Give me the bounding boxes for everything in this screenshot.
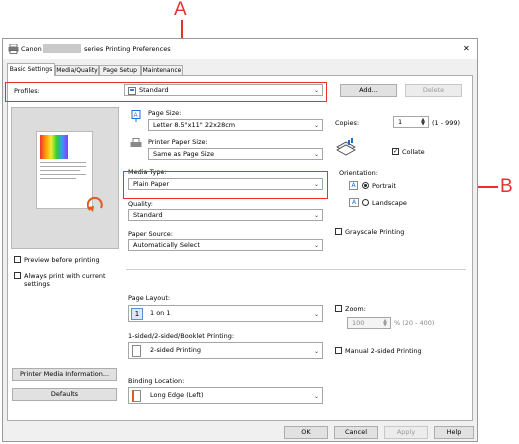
portrait-icon: A — [349, 181, 358, 190]
printer-media-info-button[interactable]: Printer Media Information... — [12, 368, 117, 381]
ok-button[interactable]: OK — [284, 426, 328, 439]
zoom-input[interactable]: 100 ▲ ▼ — [347, 317, 391, 329]
binding-value: Long Edge (Left) — [150, 391, 204, 399]
landscape-radio[interactable] — [362, 199, 369, 206]
duplex-label: 1-sided/2-sided/Booklet Printing: — [128, 332, 235, 340]
tab-basic-settings[interactable]: Basic Settings — [7, 63, 55, 76]
cancel-button[interactable]: Cancel — [334, 426, 378, 439]
model-name-redaction — [43, 44, 81, 53]
preview-before-printing-label: Preview before printing — [24, 256, 100, 264]
callout-a: A — [174, 0, 187, 20]
manual-duplex-checkbox[interactable] — [335, 347, 342, 354]
landscape-icon: A — [349, 198, 359, 207]
landscape-label: Landscape — [372, 199, 407, 207]
print-preview-area — [11, 107, 119, 249]
close-icon[interactable]: ✕ — [463, 44, 470, 53]
basic-settings-panel: Profiles: Standard ⌄ Add... Delete Previ… — [7, 75, 473, 421]
copies-range: (1 - 999) — [432, 119, 461, 127]
preview-color-image — [40, 135, 68, 159]
printer-icon — [8, 44, 19, 54]
copies-input[interactable]: 1 ▲ ▼ — [393, 116, 429, 128]
binding-edge-icon — [132, 390, 141, 402]
spinner-icon[interactable]: ▲ ▼ — [383, 319, 387, 328]
chevron-down-icon: ⌄ — [313, 311, 319, 318]
window-title-prefix: Canon — [21, 45, 42, 53]
apply-button[interactable]: Apply — [384, 426, 428, 439]
page-size-value: Letter 8.5"x11" 22x28cm — [153, 121, 236, 129]
quality-label: Quality: — [128, 200, 153, 208]
copies-value: 1 — [398, 118, 403, 126]
printer-paper-icon — [130, 138, 142, 147]
chevron-down-icon: ⌄ — [313, 393, 319, 400]
two-sided-icon — [132, 345, 141, 357]
help-button[interactable]: Help — [434, 426, 474, 439]
chevron-down-icon: ⌄ — [313, 348, 319, 355]
page-size-icon: A — [131, 110, 141, 122]
paper-source-value: Automatically Select — [133, 241, 200, 249]
chevron-down-icon: ⌄ — [313, 151, 319, 158]
orientation-label: Orientation: — [339, 169, 378, 177]
chevron-down-icon: ⌄ — [313, 122, 319, 129]
duplex-flip-icon — [87, 196, 103, 212]
paper-source-dropdown[interactable]: Automatically Select ⌄ — [128, 239, 323, 251]
callout-b: B — [500, 176, 513, 197]
always-print-current-checkbox[interactable] — [14, 272, 21, 279]
collate-checkbox[interactable]: ✓ — [392, 148, 399, 155]
page-layout-value: 1 on 1 — [150, 309, 171, 317]
page-layout-dropdown[interactable]: 1 1 on 1 ⌄ — [128, 305, 323, 322]
defaults-button[interactable]: Defaults — [12, 388, 117, 401]
chevron-down-icon: ⌄ — [313, 212, 319, 219]
copies-label: Copies: — [335, 119, 360, 127]
printer-paper-size-value: Same as Page Size — [153, 150, 215, 158]
portrait-label: Portrait — [372, 182, 396, 190]
page-size-label: Page Size: — [148, 109, 182, 117]
duplex-value: 2-sided Printing — [150, 346, 201, 354]
zoom-checkbox[interactable] — [335, 305, 342, 312]
grayscale-label: Grayscale Printing — [345, 228, 405, 236]
window-title-suffix: series Printing Preferences — [84, 45, 171, 53]
profiles-highlight-box — [5, 82, 327, 102]
printer-paper-size-dropdown[interactable]: Same as Page Size ⌄ — [148, 148, 323, 160]
paper-source-label: Paper Source: — [128, 230, 173, 238]
spinner-icon[interactable]: ▲ ▼ — [421, 118, 425, 127]
chevron-down-icon: ⌄ — [313, 242, 319, 249]
add-profile-button[interactable]: Add... — [340, 84, 397, 97]
page-size-dropdown[interactable]: Letter 8.5"x11" 22x28cm ⌄ — [148, 119, 323, 131]
preview-page — [36, 131, 93, 209]
title-bar: Canon series Printing Preferences ✕ — [3, 39, 477, 59]
zoom-value: 100 — [352, 319, 365, 327]
section-divider — [126, 269, 466, 270]
preview-before-printing-checkbox[interactable] — [14, 256, 21, 263]
binding-label: Binding Location: — [128, 377, 185, 385]
quality-value: Standard — [133, 211, 163, 219]
svg-text:A: A — [134, 113, 138, 119]
collate-icon — [336, 138, 356, 156]
portrait-radio[interactable] — [362, 182, 369, 189]
binding-dropdown[interactable]: Long Edge (Left) ⌄ — [128, 387, 323, 404]
printer-paper-size-label: Printer Paper Size: — [148, 138, 208, 146]
duplex-dropdown[interactable]: 2-sided Printing ⌄ — [128, 342, 323, 359]
page-layout-label: Page Layout: — [128, 294, 171, 302]
always-print-current-label: Always print with current settings — [24, 272, 106, 288]
manual-duplex-label: Manual 2-sided Printing — [345, 347, 422, 355]
media-type-highlight-box — [123, 171, 328, 199]
page-layout-icon: 1 — [131, 308, 143, 320]
quality-dropdown[interactable]: Standard ⌄ — [128, 209, 323, 221]
zoom-label: Zoom: — [345, 305, 366, 313]
delete-profile-button[interactable]: Delete — [405, 84, 462, 97]
collate-label: Collate — [402, 148, 425, 156]
grayscale-checkbox[interactable] — [335, 228, 342, 235]
zoom-range: % (20 - 400) — [394, 319, 435, 327]
